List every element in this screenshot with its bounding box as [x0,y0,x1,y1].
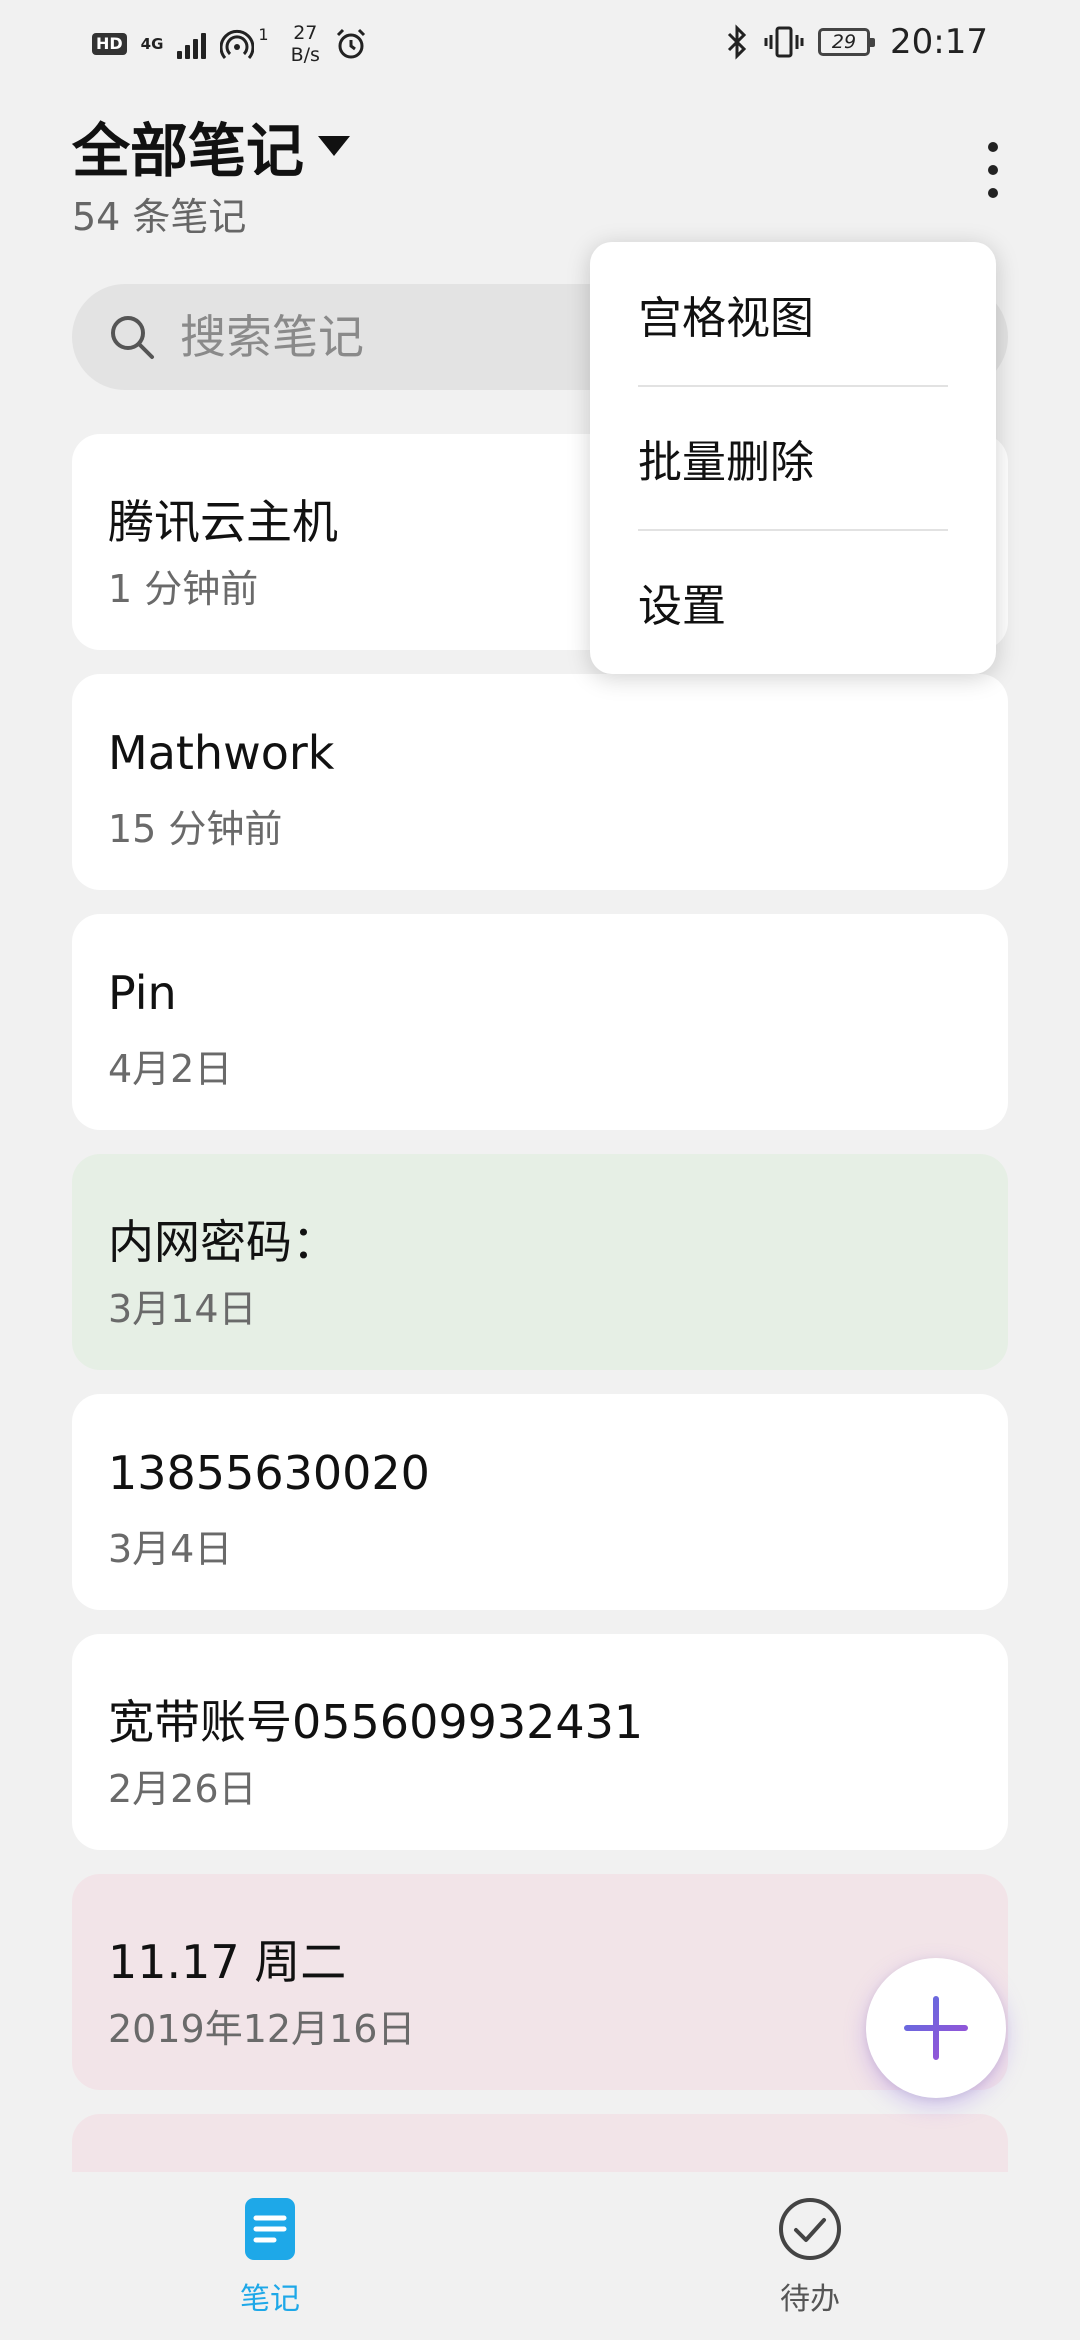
note-title: 11.17 周二 [108,1935,347,1989]
status-right: 29 20:17 [724,18,988,66]
nav-notes-label: 笔记 [240,2282,300,2317]
search-icon [111,316,154,359]
status-bar: HD 4G 1 27 B/s 29 20:17 [0,0,1080,84]
notes-screen: HD 4G 1 27 B/s 29 20:17 全部笔记 54 条笔记 搜索笔记… [0,0,1080,2340]
speed-value: 27 [293,22,318,44]
options-menu: 宫格视图 批量删除 设置 [590,242,996,674]
triangle-down-icon[interactable] [314,128,354,168]
note-time: 3月4日 [108,1527,233,1571]
note-card[interactable]: 13855630020 3月4日 [72,1394,1008,1610]
note-title: Mathwork [108,726,335,780]
sim-number: 1 [258,24,269,44]
alarm-icon [336,28,366,59]
note-card[interactable]: 11.17 周二 2019年12月16日 [72,1874,1008,2090]
menu-item-batch-delete[interactable]: 批量删除 [638,386,948,530]
more-dot [988,188,998,198]
note-title: 内网密码： [108,1215,338,1269]
status-left: HD 4G 1 27 B/s [92,22,368,66]
menu-item-settings[interactable]: 设置 [638,530,948,674]
page-title[interactable]: 全部笔记 [72,104,304,188]
nav-todo-label: 待办 [780,2282,840,2317]
battery-level: 29 [831,31,857,53]
check-circle-icon [779,2198,841,2260]
note-title: 13855630020 [108,1446,430,1500]
note-card-partial[interactable] [72,2114,1008,2172]
note-time: 3月14日 [108,1287,257,1331]
note-time: 15 分钟前 [108,807,283,851]
note-card[interactable]: 宽带账号055609932431 2月26日 [72,1634,1008,1850]
battery-icon: 29 [818,28,876,56]
notes-list: 腾讯云主机 1 分钟前 Mathwork 15 分钟前 Pin 4月2日 内网密… [72,434,1008,2172]
note-title: 宽带账号055609932431 [108,1695,644,1749]
note-title: 腾讯云主机 [108,495,338,549]
signal-icon [177,29,207,59]
add-note-button[interactable] [866,1958,1006,2098]
more-options-button[interactable] [966,134,1020,206]
hotspot-icon [220,29,255,59]
nav-todo[interactable]: 待办 [710,2196,910,2318]
note-card[interactable]: Mathwork 15 分钟前 [72,674,1008,890]
bluetooth-icon [727,24,747,60]
note-time: 2019年12月16日 [108,2007,416,2051]
network-type: 4G [140,34,164,53]
more-dot [988,142,998,152]
menu-item-grid-view[interactable]: 宫格视图 [638,242,948,386]
notes-icon [245,2198,295,2260]
note-count: 54 条笔记 [72,195,247,239]
note-time: 2月26日 [108,1767,257,1811]
note-card[interactable]: Pin 4月2日 [72,914,1008,1130]
note-card[interactable]: 内网密码： 3月14日 [72,1154,1008,1370]
speed-unit: B/s [290,44,320,66]
hd-badge: HD [92,33,127,55]
network-speed: 27 B/s [291,22,320,66]
folder-selector[interactable]: 全部笔记 [72,104,354,188]
vibrate-icon [764,26,804,58]
plus-icon [904,1996,968,2060]
note-title: Pin [108,966,177,1020]
note-time: 4月2日 [108,1047,233,1091]
bottom-nav: 笔记 待办 [0,2172,1080,2340]
clock: 20:17 [890,22,988,62]
more-dot [988,165,998,175]
note-time: 1 分钟前 [108,567,259,611]
nav-notes[interactable]: 笔记 [170,2196,370,2318]
